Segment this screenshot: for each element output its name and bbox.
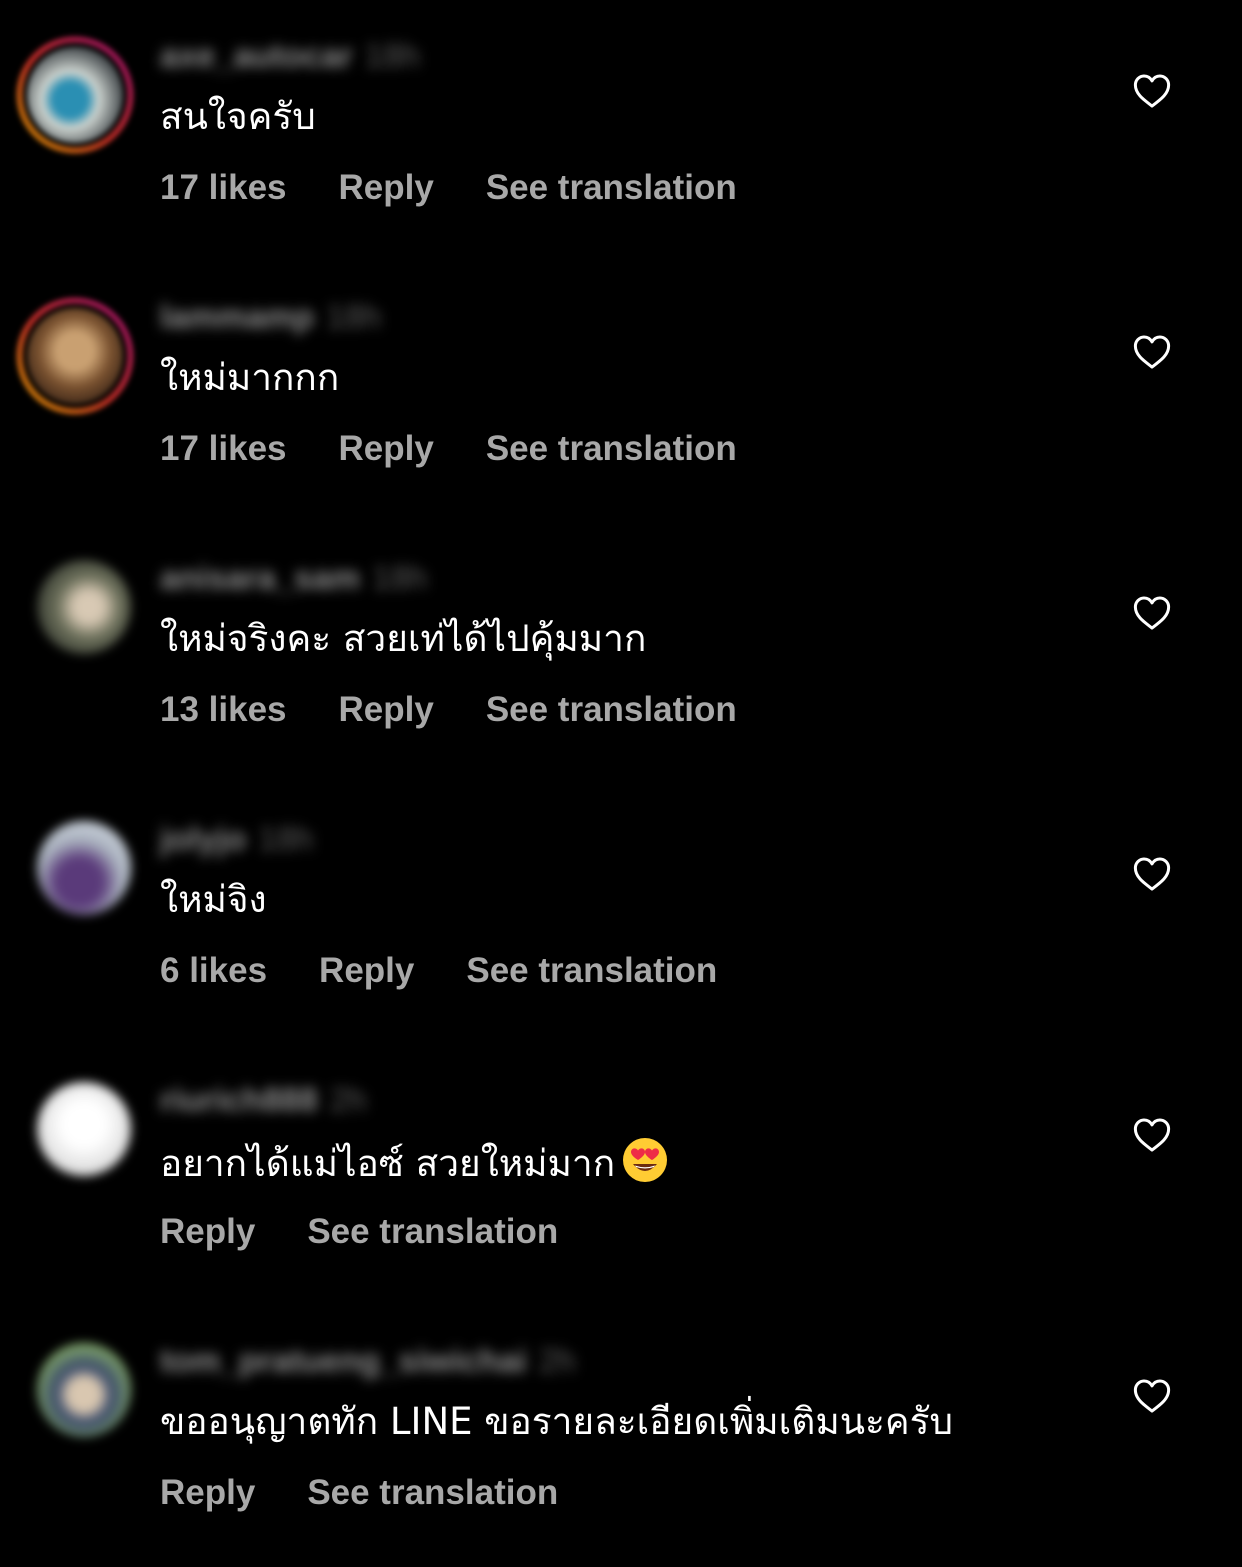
avatar[interactable] [17,37,133,153]
see-translation-button[interactable]: See translation [307,1473,558,1513]
comment-item: tom_pratueng_siwichai 2h ขออนุญาตทัก LIN… [0,1305,1242,1566]
comment-text: สนใจครับ [160,95,316,138]
username[interactable]: riurich888 [160,1081,318,1119]
see-translation-button[interactable]: See translation [307,1212,558,1252]
reply-button[interactable]: Reply [160,1473,255,1513]
reply-button[interactable]: Reply [339,690,434,730]
heart-eyes-emoji-icon [623,1138,668,1182]
comment-text-content: อยากได้แม่ไอซ์ สวยใหม่มาก [160,1142,616,1185]
comment-actions: 13 likes Reply See translation [160,688,789,732]
timestamp: 18h [326,298,382,335]
heart-icon[interactable] [1133,595,1171,631]
heart-icon[interactable] [1133,856,1171,892]
comment-header: jolyjo 18h [160,819,313,859]
comment-header: lammamp 18h [160,297,381,337]
heart-icon[interactable] [1133,1117,1171,1153]
comment-actions: Reply See translation [160,1471,610,1515]
comment-header: axe_autocar 18h [160,36,420,76]
comment-text: อยากได้แม่ไอซ์ สวยใหม่มาก [160,1136,669,1189]
comment-text: ใหม่จริงคะ สวยเท่ได้ไปคุ้มมาก [160,617,647,660]
reply-button[interactable]: Reply [339,168,434,208]
username[interactable]: lammamp [160,298,314,336]
reply-button[interactable]: Reply [160,1212,255,1252]
username[interactable]: tom_pratueng_siwichai [160,1342,527,1380]
timestamp: 18h [258,820,314,857]
avatar[interactable] [37,1343,131,1437]
timestamp: 2h [329,1081,367,1118]
see-translation-button[interactable]: See translation [486,429,737,469]
avatar[interactable] [37,821,131,915]
like-count[interactable]: 17 likes [160,429,287,469]
comment-header: riurich888 2h [160,1080,366,1120]
heart-icon[interactable] [1133,334,1171,370]
comment-text: ขออนุญาตทัก LINE ขอรายละเอียดเพิ่มเติมนะ… [160,1400,953,1443]
username[interactable]: jolyjo [160,820,246,858]
see-translation-button[interactable]: See translation [466,951,717,991]
reply-button[interactable]: Reply [319,951,414,991]
reply-button[interactable]: Reply [339,429,434,469]
comment-item: jolyjo 18h ใหม่จิง 6 likes Reply See tra… [0,783,1242,1044]
like-count[interactable]: 17 likes [160,168,287,208]
comment-actions: 17 likes Reply See translation [160,166,789,210]
comment-actions: Reply See translation [160,1210,610,1254]
comment-header: anisara_sam 18h [160,558,427,598]
avatar[interactable] [37,1082,131,1176]
comment-header: tom_pratueng_siwichai 2h [160,1341,575,1381]
comment-item: lammamp 18h ใหม่มากกก 17 likes Reply See… [0,261,1242,522]
heart-icon[interactable] [1133,1378,1171,1414]
timestamp: 18h [364,37,420,74]
comment-text: ใหม่มากกก [160,356,340,399]
timestamp: 18h [371,559,428,596]
comment-item: axe_autocar 18h สนใจครับ 17 likes Reply … [0,0,1242,261]
see-translation-button[interactable]: See translation [486,168,737,208]
comment-item: anisara_sam 18h ใหม่จริงคะ สวยเท่ได้ไปคุ… [0,522,1242,783]
like-count[interactable]: 13 likes [160,690,287,730]
see-translation-button[interactable]: See translation [486,690,737,730]
comment-text: ใหม่จิง [160,878,267,921]
avatar[interactable] [37,560,131,654]
timestamp: 2h [538,1342,576,1379]
heart-icon[interactable] [1133,73,1171,109]
username[interactable]: anisara_sam [160,559,360,597]
comment-actions: 6 likes Reply See translation [160,949,769,993]
like-count[interactable]: 6 likes [160,951,267,991]
avatar-image [22,42,128,148]
comment-item: riurich888 2h อยากได้แม่ไอซ์ สวยใหม่มาก … [0,1044,1242,1305]
username[interactable]: axe_autocar [160,37,353,75]
avatar-image [22,303,128,409]
comment-actions: 17 likes Reply See translation [160,427,789,471]
avatar[interactable] [17,298,133,414]
